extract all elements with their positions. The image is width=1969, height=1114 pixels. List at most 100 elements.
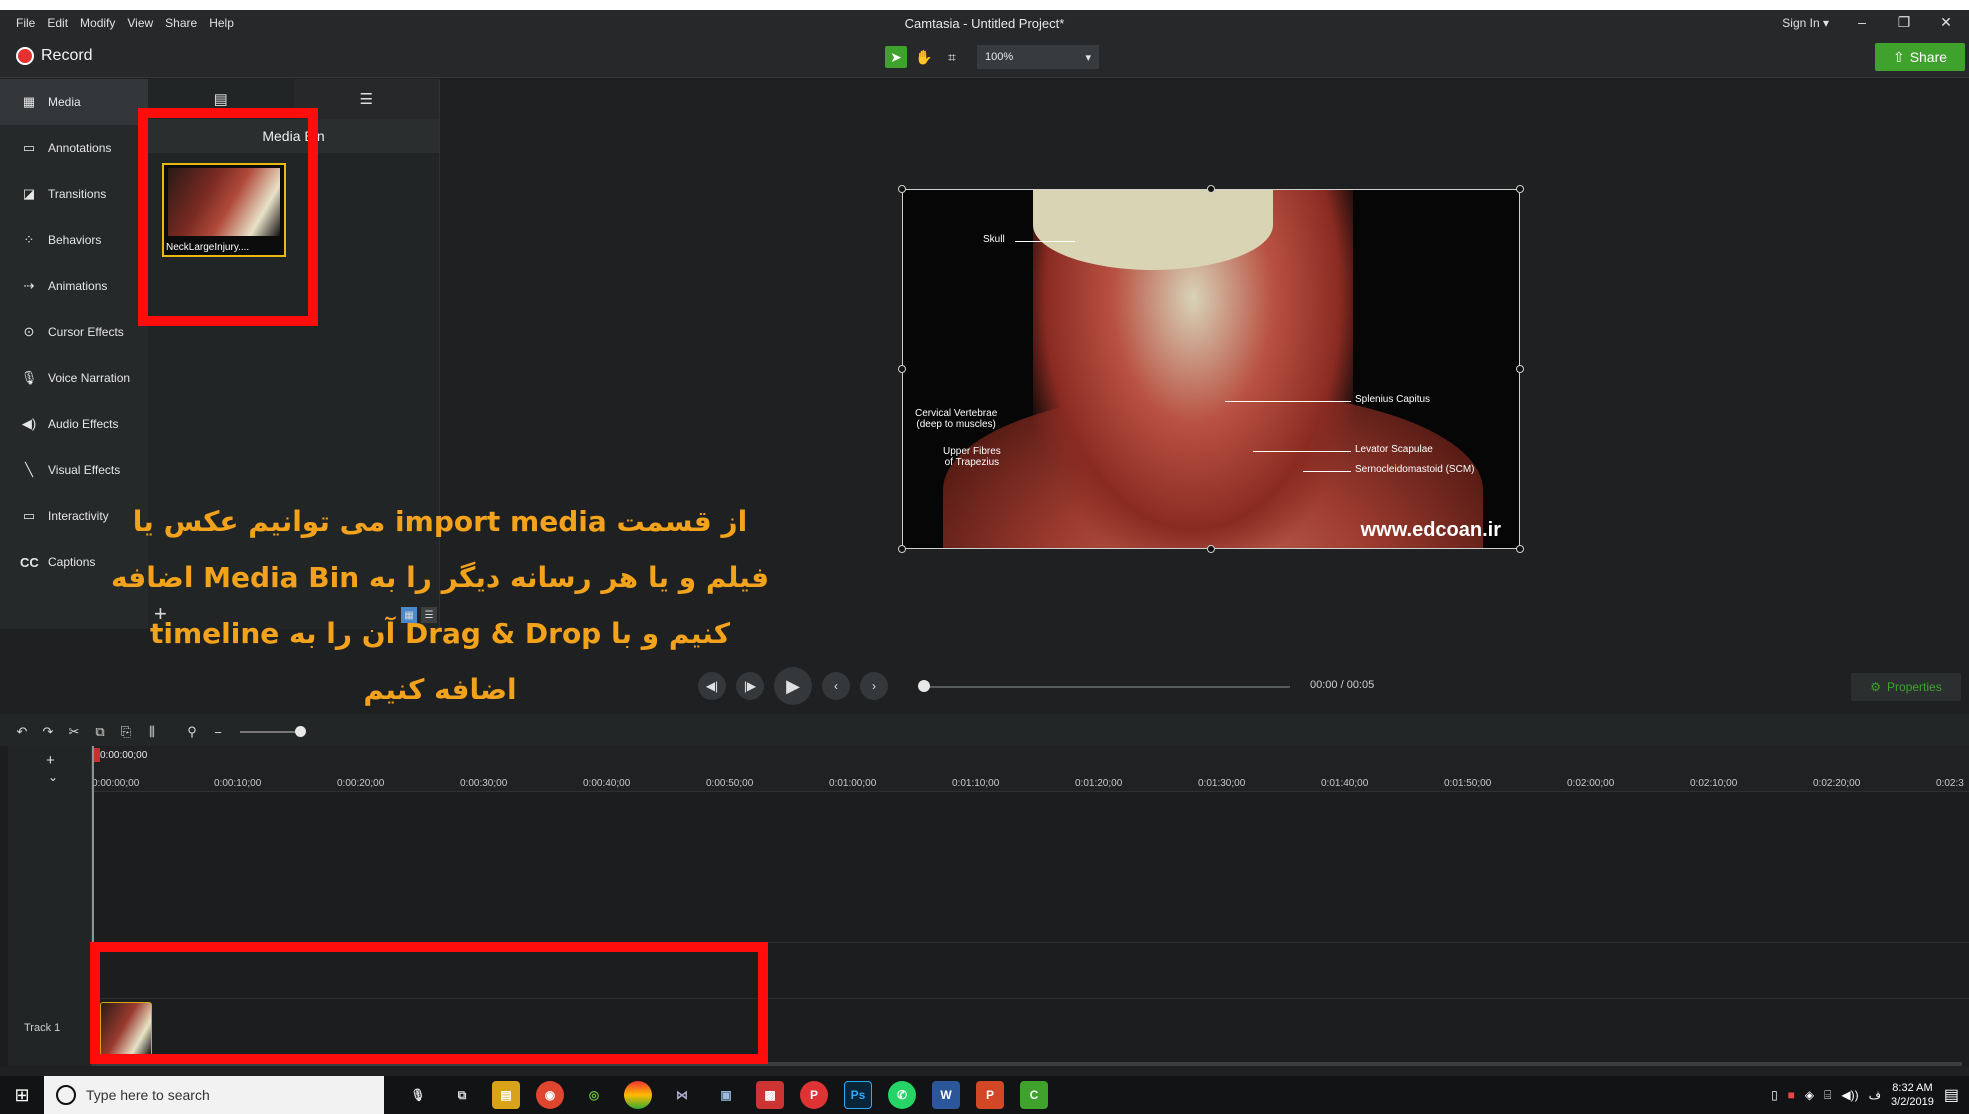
menu-view[interactable]: View: [121, 16, 159, 30]
resize-handle[interactable]: [1207, 545, 1215, 553]
redo-icon[interactable]: ↷: [40, 724, 56, 740]
tray-app-icon[interactable]: ■: [1788, 1088, 1795, 1102]
close-icon[interactable]: ✕: [1931, 14, 1961, 31]
restore-icon[interactable]: ❐: [1889, 14, 1919, 31]
menu-file[interactable]: File: [10, 16, 41, 30]
microphone-icon[interactable]: 🎙: [404, 1081, 432, 1109]
tool-animations[interactable]: ⇢ Animations: [0, 263, 148, 309]
language-icon[interactable]: ف: [1869, 1088, 1881, 1102]
tool-label: Audio Effects: [48, 417, 119, 431]
copy-icon[interactable]: ⧉: [92, 724, 108, 740]
resize-handle[interactable]: [898, 545, 906, 553]
bowtie-app-icon[interactable]: ⋈: [668, 1081, 696, 1109]
cut-icon[interactable]: ✂: [66, 724, 82, 740]
tool-annotations[interactable]: ▭ Annotations: [0, 125, 148, 171]
interactivity-icon: ▭: [22, 508, 36, 523]
task-view-icon[interactable]: ⧉: [448, 1081, 476, 1109]
menu-edit[interactable]: Edit: [41, 16, 74, 30]
scrub-bar[interactable]: [922, 686, 1290, 688]
tool-visual-effects[interactable]: ╲ Visual Effects: [0, 447, 148, 493]
undo-icon[interactable]: ↶: [14, 724, 30, 740]
taskbar-search[interactable]: Type here to search: [44, 1076, 384, 1114]
android-studio-icon[interactable]: ◎: [580, 1081, 608, 1109]
tool-audio-effects[interactable]: ◀) Audio Effects: [0, 401, 148, 447]
tray-app-icon[interactable]: ▯: [1771, 1088, 1778, 1102]
hand-icon[interactable]: ✋: [913, 46, 935, 68]
crop-icon[interactable]: ⌗: [941, 46, 963, 68]
color-app-icon[interactable]: [624, 1081, 652, 1109]
resize-handle[interactable]: [898, 185, 906, 193]
whatsapp-icon[interactable]: ✆: [888, 1081, 916, 1109]
windows-start-icon[interactable]: ⊞: [0, 1076, 44, 1114]
next-icon[interactable]: ›: [860, 672, 888, 700]
add-track-icon[interactable]: +: [46, 752, 55, 769]
scrub-handle[interactable]: [918, 680, 930, 692]
powerpoint-icon[interactable]: P: [976, 1081, 1004, 1109]
camtasia-icon[interactable]: C: [1020, 1081, 1048, 1109]
zoom-select[interactable]: 100% ▾: [977, 45, 1099, 69]
tool-media[interactable]: ▦ Media: [0, 79, 148, 125]
pointer-line: [1225, 401, 1351, 402]
clock[interactable]: 8:32 AM 3/2/2019: [1891, 1081, 1934, 1109]
word-icon[interactable]: W: [932, 1081, 960, 1109]
sign-in-button[interactable]: Sign In ▾: [1782, 16, 1829, 30]
resize-handle[interactable]: [1207, 185, 1215, 193]
preview-media[interactable]: Skull Cervical Vertebrae (deep to muscle…: [902, 189, 1520, 549]
cortana-icon: [56, 1085, 76, 1105]
photoshop-icon[interactable]: Ps: [844, 1081, 872, 1109]
remote-desktop-icon[interactable]: ▣: [712, 1081, 740, 1109]
label-scm: Sernocleidomastoid (SCM): [1355, 464, 1475, 475]
film-icon: ▤: [213, 91, 228, 108]
network-icon[interactable]: ⌸: [1824, 1088, 1831, 1103]
tray-app-icon[interactable]: ◈: [1805, 1088, 1814, 1102]
pointer-icon[interactable]: ➤: [885, 46, 907, 68]
ruler-tick: 0:02:00;00: [1567, 778, 1615, 789]
tool-cursor-effects[interactable]: ⊙ Cursor Effects: [0, 309, 148, 355]
menu-help[interactable]: Help: [203, 16, 240, 30]
tool-behaviors[interactable]: ⁘ Behaviors: [0, 217, 148, 263]
share-button[interactable]: ⇧ Share: [1875, 43, 1965, 71]
chevron-down-icon[interactable]: ⌄: [48, 770, 58, 784]
label-trapezius: Upper Fibres of Trapezius: [943, 446, 1001, 468]
menu-modify[interactable]: Modify: [74, 16, 121, 30]
pointer-line: [1015, 241, 1075, 242]
tool-label: Cursor Effects: [48, 325, 124, 339]
tool-label: Media: [48, 95, 81, 109]
zoom-slider-handle[interactable]: [295, 726, 306, 737]
chrome-icon[interactable]: ◉: [536, 1081, 564, 1109]
resize-handle[interactable]: [1516, 185, 1524, 193]
zoom-out-icon[interactable]: −: [210, 725, 226, 740]
ruler-tick: 0:00:20;00: [337, 778, 385, 789]
record-button[interactable]: Record: [16, 47, 93, 65]
resize-handle[interactable]: [898, 365, 906, 373]
notifications-icon[interactable]: ▤: [1944, 1085, 1959, 1105]
properties-button[interactable]: ⚙ Properties: [1851, 673, 1961, 701]
windows-taskbar: ⊞ Type here to search 🎙 ⧉ ▤ ◉ ◎ ⋈ ▣ ▩ P …: [0, 1076, 1969, 1114]
file-explorer-icon[interactable]: ▤: [492, 1081, 520, 1109]
camtasia-window: File Edit Modify View Share Help Camtasi…: [0, 0, 1969, 1114]
resize-handle[interactable]: [1516, 365, 1524, 373]
minimize-icon[interactable]: –: [1847, 14, 1877, 30]
tool-label: Transitions: [48, 187, 107, 201]
paste-icon[interactable]: ⎘: [118, 724, 134, 740]
media-icon: ▦: [22, 94, 36, 109]
tool-voice-narration[interactable]: 🎙 Voice Narration: [0, 355, 148, 401]
split-icon[interactable]: ⫼: [144, 724, 160, 740]
ruler-tick: 0:00:30;00: [460, 778, 508, 789]
volume-icon[interactable]: ◀)): [1841, 1088, 1858, 1102]
tool-transitions[interactable]: ◪ Transitions: [0, 171, 148, 217]
magnifier-icon[interactable]: ⚲: [184, 724, 200, 740]
menu-share[interactable]: Share: [159, 16, 203, 30]
behaviors-icon: ⁘: [23, 232, 35, 247]
p-app-icon[interactable]: P: [800, 1081, 828, 1109]
taskbar-apps: 🎙 ⧉ ▤ ◉ ◎ ⋈ ▣ ▩ P Ps ✆ W P C: [404, 1081, 1048, 1109]
time-ruler[interactable]: 0:00:00;00 0:00:10;00 0:00:20;00 0:00:30…: [92, 746, 1969, 792]
gear-icon: ⚙: [1870, 680, 1882, 694]
menu-bar: File Edit Modify View Share Help Camtasi…: [0, 10, 1969, 36]
share-icon: ⇧: [1892, 48, 1905, 65]
timeline-zoom-slider[interactable]: [240, 726, 306, 737]
chat-app-icon[interactable]: ▩: [756, 1081, 784, 1109]
record-label: Record: [41, 47, 93, 64]
resize-handle[interactable]: [1516, 545, 1524, 553]
previous-icon[interactable]: ‹: [822, 672, 850, 700]
